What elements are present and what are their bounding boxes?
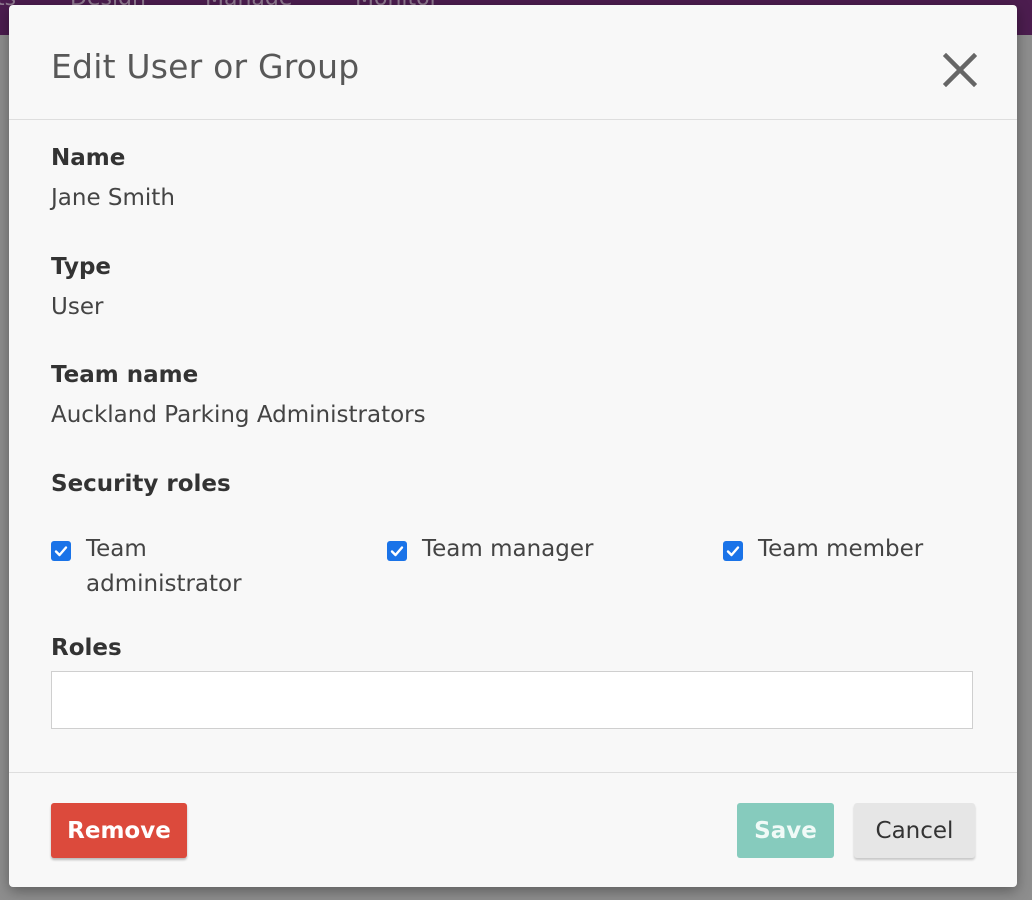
team-name-label: Team name <box>51 362 199 388</box>
team-manager-label: Team manager <box>422 536 594 562</box>
save-button[interactable]: Save <box>737 803 834 858</box>
cancel-button[interactable]: Cancel <box>854 803 975 858</box>
dialog-title: Edit User or Group <box>51 47 360 86</box>
team-member-label: Team member <box>758 536 924 562</box>
remove-button[interactable]: Remove <box>51 803 187 858</box>
checkmark-icon <box>390 546 404 557</box>
team-member-checkbox[interactable] <box>723 541 743 561</box>
close-button[interactable] <box>939 49 981 91</box>
footer-divider <box>9 772 1017 773</box>
edit-user-dialog: Edit User or Group Name Jane Smith Type … <box>9 5 1017 887</box>
team-administrator-checkbox[interactable] <box>51 541 71 561</box>
checkmark-icon <box>54 546 68 557</box>
type-value: User <box>51 294 104 320</box>
roles-input[interactable] <box>51 671 973 729</box>
role-team-manager[interactable]: Team manager <box>387 535 593 567</box>
name-label: Name <box>51 145 126 171</box>
team-manager-checkbox[interactable] <box>387 541 407 561</box>
checkmark-icon <box>726 546 740 557</box>
roles-label: Roles <box>51 635 122 661</box>
type-label: Type <box>51 254 112 280</box>
name-value: Jane Smith <box>51 185 175 211</box>
close-icon <box>943 53 977 87</box>
team-administrator-label: Team administrator <box>86 536 242 597</box>
role-team-administrator[interactable]: Team administrator <box>51 535 291 602</box>
team-name-value: Auckland Parking Administrators <box>51 402 426 428</box>
dialog-header: Edit User or Group <box>9 5 1017 120</box>
role-team-member[interactable]: Team member <box>723 535 923 567</box>
security-roles-label: Security roles <box>51 471 231 497</box>
